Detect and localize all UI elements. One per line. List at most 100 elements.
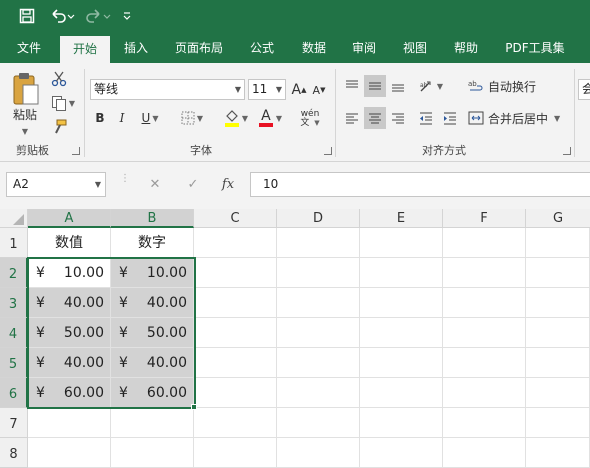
paste-icon[interactable]	[8, 69, 42, 109]
orientation-button[interactable]: ab ▼	[416, 75, 446, 97]
cell-a7[interactable]	[28, 408, 111, 438]
cell-e7[interactable]	[360, 408, 443, 438]
cell-e3[interactable]	[360, 288, 443, 318]
align-bottom-icon[interactable]	[388, 75, 408, 97]
font-name-select[interactable]: 等线 ▼	[90, 79, 245, 100]
enter-icon[interactable]: ✓	[183, 172, 203, 197]
align-left-icon[interactable]	[342, 107, 362, 129]
format-painter-icon[interactable]	[48, 117, 70, 137]
bold-button[interactable]: B	[92, 107, 108, 129]
cell-a2[interactable]: ¥ 10.00	[28, 258, 111, 288]
tab-view[interactable]: 视图	[395, 33, 435, 63]
cell-c7[interactable]	[194, 408, 277, 438]
align-center-icon[interactable]	[364, 107, 386, 129]
cell-c5[interactable]	[194, 348, 277, 378]
phonetic-button[interactable]: wén 文 ▼	[296, 105, 324, 131]
cell-a5[interactable]: ¥ 40.00	[28, 348, 111, 378]
increase-indent-icon[interactable]	[440, 107, 460, 129]
cell-d3[interactable]	[277, 288, 360, 318]
number-format-select[interactable]: 会	[578, 79, 590, 100]
cell-d5[interactable]	[277, 348, 360, 378]
cell-b5[interactable]: ¥ 40.00	[111, 348, 194, 378]
cell-f8[interactable]	[443, 438, 526, 468]
cell-f2[interactable]	[443, 258, 526, 288]
redo-icon[interactable]	[84, 6, 114, 26]
cell-f5[interactable]	[443, 348, 526, 378]
copy-icon[interactable]: ▼	[48, 93, 78, 113]
tab-data[interactable]: 数据	[293, 33, 335, 63]
cell-c8[interactable]	[194, 438, 277, 468]
cell-e8[interactable]	[360, 438, 443, 468]
name-box[interactable]: A2 ▼	[6, 172, 106, 197]
align-right-icon[interactable]	[388, 107, 408, 129]
cell-b1[interactable]: 数字	[111, 228, 194, 258]
cell-b4[interactable]: ¥ 50.00	[111, 318, 194, 348]
alignment-launcher-icon[interactable]	[563, 147, 571, 155]
cell-g1[interactable]	[526, 228, 590, 258]
cell-b6[interactable]: ¥ 60.00	[111, 378, 194, 408]
cell-d4[interactable]	[277, 318, 360, 348]
cell-g5[interactable]	[526, 348, 590, 378]
undo-icon[interactable]	[48, 6, 78, 26]
cell-c2[interactable]	[194, 258, 277, 288]
merge-center-button[interactable]: 合并后居中 ▼	[468, 107, 568, 129]
cell-d2[interactable]	[277, 258, 360, 288]
tab-page-layout[interactable]: 页面布局	[168, 33, 230, 63]
cell-b7[interactable]	[111, 408, 194, 438]
drag-handle-icon[interactable]: ⋮	[120, 174, 130, 192]
column-header-f[interactable]: F	[443, 209, 526, 228]
column-header-g[interactable]: G	[526, 209, 590, 228]
cell-d1[interactable]	[277, 228, 360, 258]
cell-a8[interactable]	[28, 438, 111, 468]
row-header-4[interactable]: 4	[0, 318, 28, 348]
tab-insert[interactable]: 插入	[115, 33, 157, 63]
tab-file[interactable]: 文件	[6, 33, 52, 63]
font-size-select[interactable]: 11 ▼	[248, 79, 286, 100]
cell-a4[interactable]: ¥ 50.00	[28, 318, 111, 348]
cell-g6[interactable]	[526, 378, 590, 408]
cut-icon[interactable]	[48, 69, 70, 89]
cell-a1[interactable]: 数值	[28, 228, 111, 258]
paste-dropdown[interactable]: ▼	[14, 125, 34, 137]
borders-button[interactable]: ▼	[176, 107, 208, 129]
tab-review[interactable]: 审阅	[344, 33, 384, 63]
cell-c6[interactable]	[194, 378, 277, 408]
column-header-d[interactable]: D	[277, 209, 360, 228]
cell-g2[interactable]	[526, 258, 590, 288]
cell-e1[interactable]	[360, 228, 443, 258]
cell-d6[interactable]	[277, 378, 360, 408]
font-launcher-icon[interactable]	[324, 147, 332, 155]
decrease-indent-icon[interactable]	[416, 107, 436, 129]
tab-home[interactable]: 开始	[60, 36, 110, 63]
chevron-down-icon[interactable]: ▼	[95, 173, 101, 196]
cell-e4[interactable]	[360, 318, 443, 348]
select-all-button[interactable]	[0, 209, 28, 228]
tab-help[interactable]: 帮助	[446, 33, 486, 63]
tab-formulas[interactable]: 公式	[242, 33, 282, 63]
cell-e5[interactable]	[360, 348, 443, 378]
cell-f4[interactable]	[443, 318, 526, 348]
cell-g8[interactable]	[526, 438, 590, 468]
cell-f7[interactable]	[443, 408, 526, 438]
fill-color-button[interactable]: ▼	[220, 107, 252, 129]
row-header-3[interactable]: 3	[0, 288, 28, 318]
increase-font-button[interactable]: A ▲	[290, 79, 308, 101]
customize-icon[interactable]	[120, 6, 134, 26]
column-header-e[interactable]: E	[360, 209, 443, 228]
wrap-text-button[interactable]: ab 自动换行	[468, 75, 540, 97]
cell-c1[interactable]	[194, 228, 277, 258]
cell-c3[interactable]	[194, 288, 277, 318]
cell-f6[interactable]	[443, 378, 526, 408]
cell-b2[interactable]: ¥ 10.00	[111, 258, 194, 288]
cell-f1[interactable]	[443, 228, 526, 258]
row-header-7[interactable]: 7	[0, 408, 28, 438]
cancel-icon[interactable]: ✕	[145, 172, 165, 197]
clipboard-launcher-icon[interactable]	[72, 147, 80, 155]
align-middle-icon[interactable]	[364, 75, 386, 97]
row-header-2[interactable]: 2	[0, 258, 28, 288]
row-header-8[interactable]: 8	[0, 438, 28, 468]
save-icon[interactable]	[16, 6, 38, 26]
cell-d7[interactable]	[277, 408, 360, 438]
italic-button[interactable]: I	[114, 107, 130, 129]
row-header-6[interactable]: 6	[0, 378, 28, 408]
